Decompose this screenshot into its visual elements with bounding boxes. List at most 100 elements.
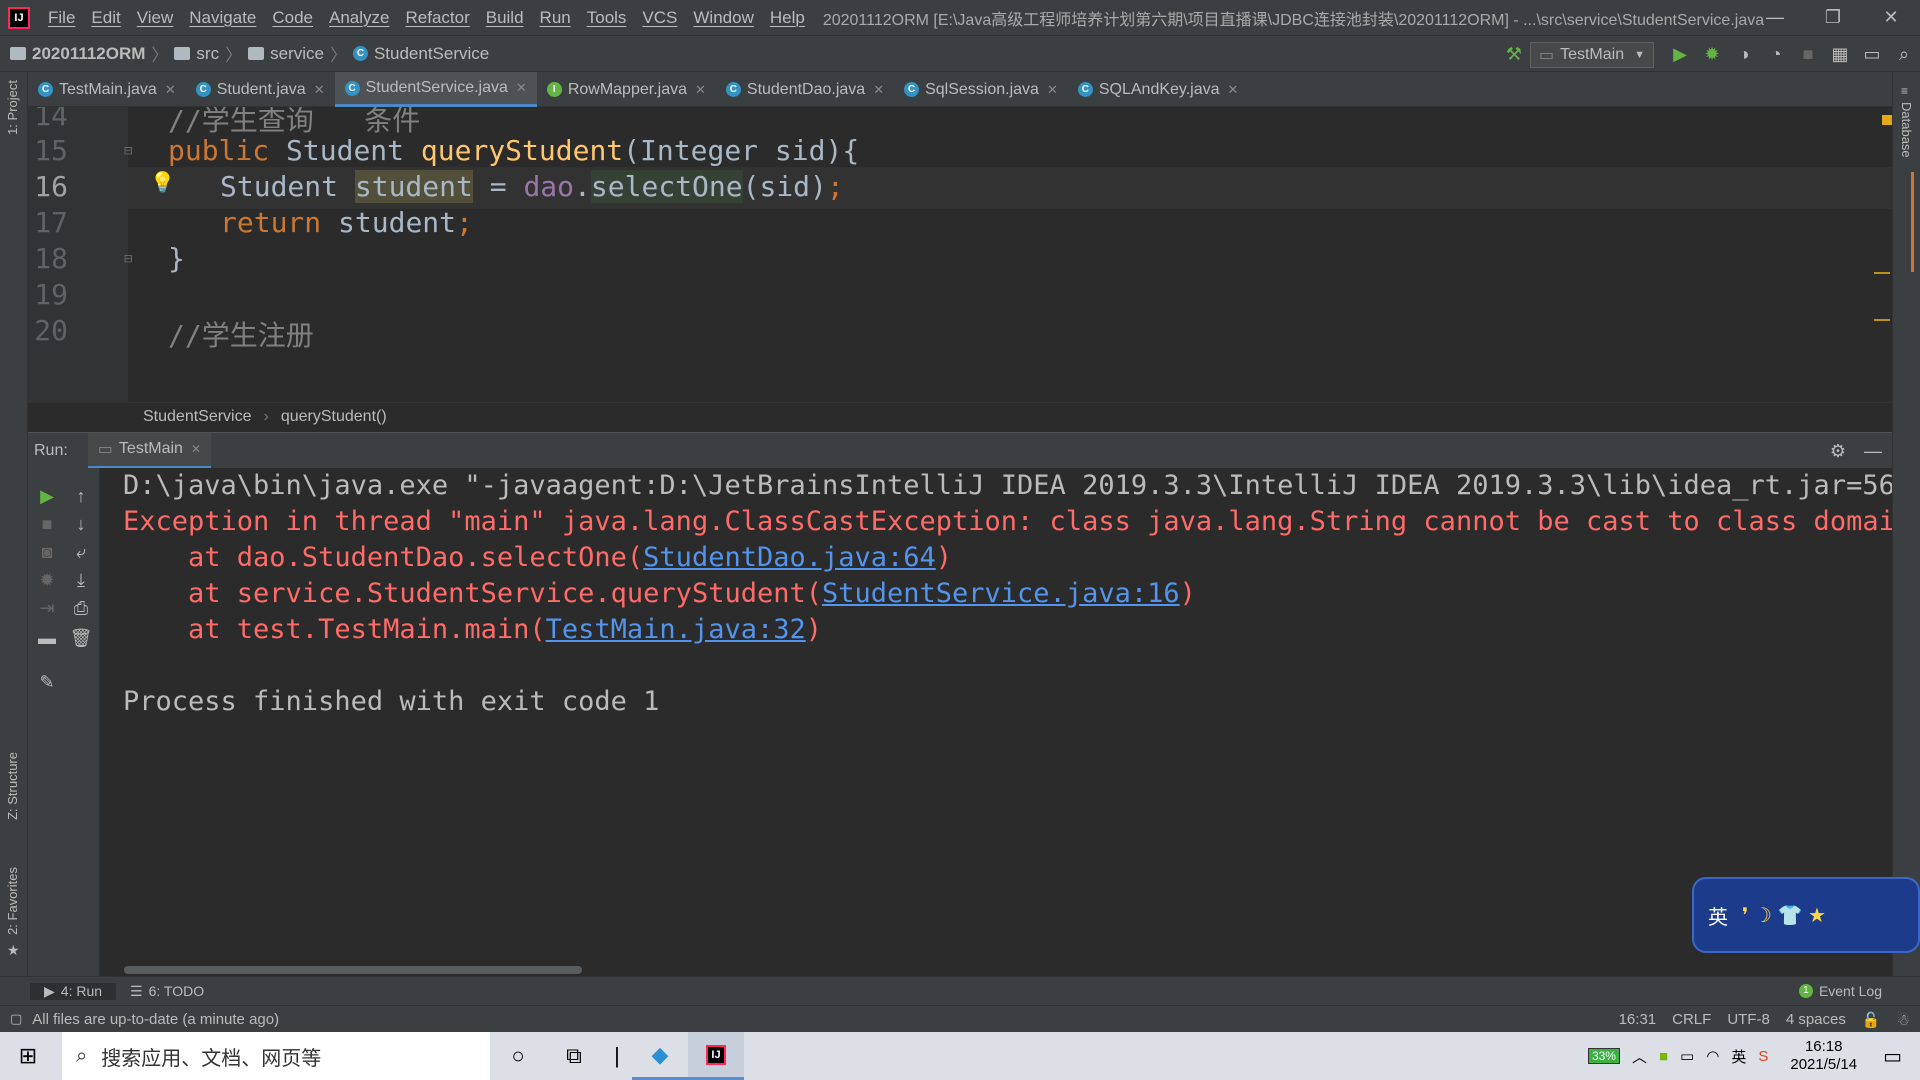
tab-sqlsession[interactable]: C SqlSession.java ✕	[894, 72, 1068, 107]
ime-language-label[interactable]: 英	[1708, 901, 1728, 930]
ime-tool-icons[interactable]: ❜ ☽ 👕 ★	[1742, 903, 1826, 928]
intellij-taskbar-icon[interactable]: IJ	[688, 1032, 744, 1080]
battery-indicator[interactable]: 33%	[1587, 1048, 1620, 1064]
database-tool-button[interactable]: Database	[1899, 102, 1914, 158]
inspector-icon[interactable]: ☃	[1897, 1011, 1910, 1029]
arrow-down-icon[interactable]: ↓	[66, 514, 96, 535]
todo-tool-tab[interactable]: ☰ 6: TODO	[116, 983, 218, 1000]
nav-class[interactable]: StudentService	[374, 44, 489, 64]
run-configuration-select[interactable]: ▭ TestMain ▼	[1529, 41, 1654, 68]
menu-build[interactable]: Build	[478, 8, 532, 28]
task-view-icon[interactable]: ⧉	[546, 1032, 602, 1080]
soft-wrap-icon[interactable]: ⤶	[66, 542, 96, 563]
close-tab-icon[interactable]: ✕	[1228, 82, 1239, 98]
menu-run[interactable]: Run	[532, 8, 579, 28]
trash-icon[interactable]: 🗑	[66, 628, 96, 649]
close-tab-icon[interactable]: ✕	[695, 82, 706, 98]
hide-panel-icon[interactable]: —	[1864, 441, 1882, 462]
project-tool-button[interactable]: 1: Project	[5, 80, 20, 135]
toggle-panels-icon[interactable]: ▢	[10, 1011, 22, 1027]
structure-tool-button[interactable]: Z: Structure	[5, 752, 20, 820]
trace-link[interactable]: StudentDao.java:64	[643, 542, 936, 573]
close-tab-icon[interactable]: ✕	[1047, 82, 1058, 98]
print-icon[interactable]: ⎙	[66, 598, 96, 619]
rerun-icon[interactable]: ▶	[32, 486, 62, 507]
ime-floating-toolbar[interactable]: 英 ❜ ☽ 👕 ★	[1692, 877, 1920, 953]
stop-icon[interactable]: ■	[1792, 44, 1824, 65]
notification-icon[interactable]: ▭	[1883, 1044, 1902, 1069]
tab-studentdao[interactable]: C StudentDao.java ✕	[716, 72, 894, 107]
menu-code[interactable]: Code	[264, 8, 321, 28]
lock-icon[interactable]: 🔓	[1862, 1011, 1881, 1029]
minimize-button[interactable]: —	[1746, 0, 1804, 35]
project-structure-icon[interactable]: ▦	[1824, 44, 1856, 65]
presentation-icon[interactable]: ▭	[1856, 44, 1888, 65]
windows-start-icon[interactable]: ⊞	[0, 1032, 56, 1080]
file-encoding[interactable]: UTF-8	[1727, 1011, 1770, 1028]
coverage-icon[interactable]: ◑	[1728, 44, 1760, 65]
cortana-icon[interactable]: ○	[490, 1032, 546, 1080]
favorites-tool-button[interactable]: 2: Favorites	[5, 867, 20, 935]
taskbar-ime-label[interactable]: 英	[1731, 1046, 1746, 1067]
search-icon[interactable]: ⌕	[1888, 44, 1920, 65]
warning-stripe[interactable]	[1874, 272, 1890, 274]
menu-window[interactable]: Window	[685, 8, 761, 28]
network-device-icon[interactable]: ▭	[1680, 1047, 1694, 1065]
taskbar-search-box[interactable]: ⌕ 搜索应用、文档、网页等	[62, 1032, 490, 1080]
pin-icon[interactable]: ✎	[32, 672, 62, 693]
menu-analyze[interactable]: Analyze	[321, 8, 397, 28]
menu-file[interactable]: File	[40, 8, 83, 28]
arrow-up-icon[interactable]: ↑	[66, 486, 96, 507]
clock[interactable]: 16:18 2021/5/14	[1790, 1038, 1857, 1074]
menu-help[interactable]: Help	[762, 8, 813, 28]
warning-stripe[interactable]	[1874, 319, 1890, 321]
exit-icon[interactable]: ⇥	[32, 598, 62, 619]
menu-edit[interactable]: Edit	[83, 8, 128, 28]
fold-icon[interactable]: ⊟	[124, 251, 132, 267]
run-console[interactable]: D:\java\bin\java.exe "-javaagent:D:\JetB…	[100, 468, 1892, 976]
close-button[interactable]: ✕	[1862, 0, 1920, 35]
menu-view[interactable]: View	[129, 8, 182, 28]
fold-icon[interactable]: ⊟	[124, 143, 132, 159]
console-horizontal-scrollbar[interactable]	[124, 966, 582, 974]
trace-link[interactable]: StudentService.java:16	[822, 578, 1180, 609]
app-icon[interactable]: ◆	[632, 1032, 688, 1080]
close-tab-icon[interactable]: ✕	[165, 82, 176, 98]
breadcrumb-class[interactable]: StudentService	[143, 408, 252, 426]
scroll-to-end-icon[interactable]: ⤓	[66, 570, 96, 591]
close-tab-icon[interactable]: ✕	[516, 80, 527, 96]
inspection-warning-icon[interactable]	[1882, 115, 1892, 125]
lightbulb-icon[interactable]: 💡	[150, 170, 175, 194]
close-tab-icon[interactable]: ✕	[873, 82, 884, 98]
profile-icon[interactable]: ◔	[1760, 44, 1792, 65]
debug-settings-icon[interactable]: ✹	[32, 570, 62, 591]
nav-src[interactable]: src	[196, 44, 219, 64]
caret-position[interactable]: 16:31	[1619, 1011, 1657, 1028]
layout-icon[interactable]: ▬	[32, 628, 62, 649]
breadcrumb-method[interactable]: queryStudent()	[281, 408, 387, 426]
indent-setting[interactable]: 4 spaces	[1786, 1011, 1846, 1028]
tab-student[interactable]: C Student.java ✕	[186, 72, 335, 107]
tab-rowmapper[interactable]: I RowMapper.java ✕	[537, 72, 716, 107]
tab-testmain[interactable]: C TestMain.java ✕	[28, 72, 186, 107]
trace-link[interactable]: TestMain.java:32	[546, 614, 806, 645]
close-tab-icon[interactable]: ✕	[191, 442, 201, 456]
menu-refactor[interactable]: Refactor	[397, 8, 477, 28]
menu-navigate[interactable]: Navigate	[181, 8, 264, 28]
input-method-icon[interactable]: S	[1758, 1048, 1768, 1065]
close-tab-icon[interactable]: ✕	[314, 82, 325, 98]
nav-package[interactable]: service	[270, 44, 324, 64]
intellij-logo-icon[interactable]: IJ	[8, 6, 30, 29]
camera-icon[interactable]: ◙	[32, 542, 62, 563]
run-tool-tab[interactable]: ▶ 4: Run	[30, 982, 117, 1000]
run-icon[interactable]: ▶	[1664, 44, 1696, 65]
event-log-button[interactable]: 1 Event Log	[1785, 983, 1896, 999]
nav-project[interactable]: 20201112ORM	[32, 44, 145, 64]
run-tab-testmain[interactable]: ▭ TestMain ✕	[87, 432, 212, 469]
menu-vcs[interactable]: VCS	[634, 8, 685, 28]
debug-icon[interactable]: ✹	[1696, 44, 1728, 65]
line-separator[interactable]: CRLF	[1672, 1011, 1711, 1028]
code-editor[interactable]: 14 15 16 17 18 19 20 ⊟ ⊟ 💡 //学生查询 条件 pub…	[28, 107, 1892, 402]
chevron-up-icon[interactable]: ︿	[1632, 1046, 1647, 1067]
wifi-icon[interactable]: ◠	[1706, 1047, 1719, 1065]
